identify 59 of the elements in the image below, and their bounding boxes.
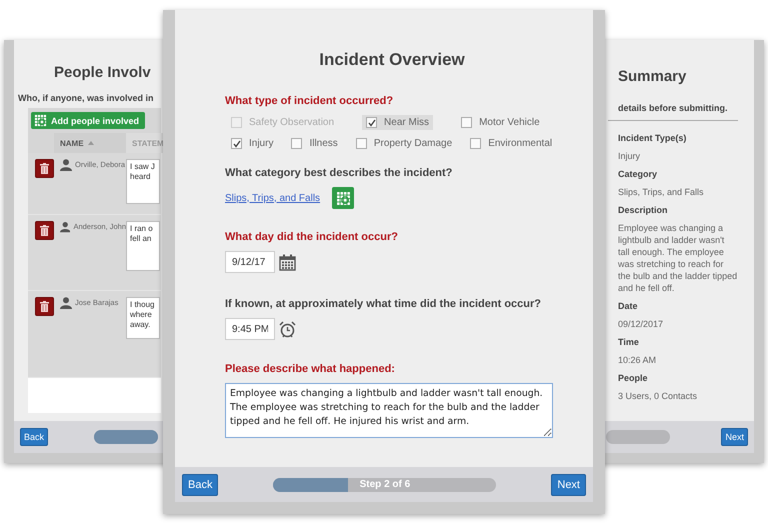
checkbox-option[interactable]: Property Damage: [352, 136, 456, 151]
card-title: Incident Overview: [318, 50, 466, 70]
summary-value: Injury: [618, 150, 642, 162]
checkbox-option[interactable]: Motor Vehicle: [457, 115, 544, 130]
card-title: People Involv: [54, 64, 152, 81]
summary-label: Date: [618, 301, 639, 311]
subtitle-text: details before submitting.: [618, 103, 729, 113]
progress-bar: [94, 430, 158, 444]
checkbox-option[interactable]: Injury: [227, 136, 278, 151]
column-header[interactable]: NAME: [54, 133, 126, 153]
summary-label: Time: [618, 337, 640, 347]
category-link[interactable]: Slips, Trips, and Falls: [225, 192, 320, 204]
trash-icon: [40, 225, 49, 236]
summary-value: Employee was changing a lightbulb and ladder wasn't tall enough. The employee was stretching to reach for the bulb and the ladder tipped and he fell off.: [618, 222, 738, 294]
checkbox-option[interactable]: Near Miss: [362, 115, 434, 130]
next-button[interactable]: Next: [551, 474, 586, 496]
progress-label: Step 2 of 6: [358, 478, 412, 492]
question-text: What category best describes the incident?: [225, 167, 454, 179]
checkmark-icon: [368, 118, 376, 126]
person-icon: [60, 297, 72, 309]
person-icon: [60, 221, 70, 233]
summary-value: 3 Users, 0 Contacts: [618, 390, 698, 402]
trash-icon: [40, 301, 49, 312]
grid-icon: [34, 114, 47, 127]
delete-button[interactable]: [35, 221, 54, 240]
summary-label: Category: [618, 169, 658, 179]
summary-value: Slips, Trips, and Falls: [618, 186, 705, 198]
person-icon: [60, 159, 72, 171]
description-field[interactable]: Employee was changing a lightbulb and ladder wasn't tall enough. The employee was stretching to reach for the bulb and the ladder tipped and he fell off. He injured his wrist and arm.: [225, 383, 553, 438]
summary-label: Incident Type(s): [618, 133, 688, 143]
calendar-icon[interactable]: [279, 254, 296, 270]
checkbox-option[interactable]: Environmental: [466, 136, 556, 151]
date-field[interactable]: 9/12/17: [225, 251, 275, 273]
question-text: Who, if anyone, was involved in: [18, 93, 155, 103]
card-title: Summary: [618, 68, 688, 85]
summary-value: 10:26 AM: [618, 354, 658, 366]
statement-field[interactable]: I ran o fell an: [126, 221, 160, 271]
summary-label: People: [618, 373, 649, 383]
delete-button[interactable]: [35, 297, 54, 316]
back-button[interactable]: Back: [20, 428, 48, 446]
back-button[interactable]: Back: [182, 474, 218, 496]
question-text: What day did the incident occur?: [225, 231, 399, 243]
statement-field[interactable]: I thoug where away.: [126, 297, 160, 339]
question-text: What type of incident occurred?: [225, 95, 394, 107]
delete-button[interactable]: [35, 159, 54, 178]
checkmark-icon: [232, 140, 240, 148]
summary-label: Description: [618, 205, 669, 215]
summary-value: 09/12/2017: [618, 318, 664, 330]
question-text: If known, at approximately what time did the incident occur?: [225, 298, 542, 310]
trash-icon: [40, 163, 49, 174]
category-picker-icon[interactable]: [332, 187, 354, 209]
add-people-button[interactable]: Add people involved: [31, 112, 146, 129]
next-button[interactable]: Next: [721, 428, 748, 446]
statement-field[interactable]: I saw J heard: [126, 159, 160, 204]
checkbox-option[interactable]: Illness: [287, 136, 342, 151]
alarm-clock-icon[interactable]: [279, 320, 296, 338]
sort-icon: [88, 141, 94, 145]
grid-icon: [336, 190, 351, 206]
question-text: Please describe what happened:: [225, 363, 396, 375]
